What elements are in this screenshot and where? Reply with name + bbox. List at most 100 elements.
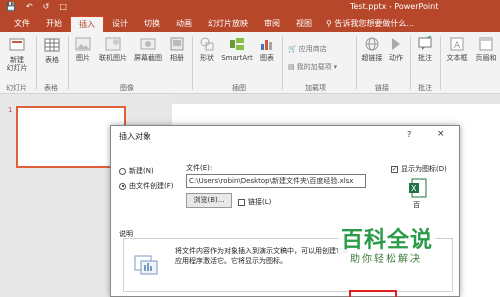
new-slide-label: 新建 幻灯片 xyxy=(6,56,28,72)
quick-access-toolbar: 💾 ↶ ↺ □ xyxy=(6,2,67,11)
textbox-icon: A xyxy=(450,37,464,51)
icon-caption: 百 xyxy=(413,201,420,209)
store-icon: 🛒 xyxy=(288,45,297,53)
ribbon-separator xyxy=(282,36,283,90)
ribbon-separator xyxy=(68,36,69,90)
tab-review[interactable]: 审阅 xyxy=(256,16,288,32)
tab-file[interactable]: 文件 xyxy=(6,16,38,32)
close-button[interactable]: × xyxy=(437,129,445,139)
smartart-label: SmartArt xyxy=(221,54,253,62)
picture-icon xyxy=(75,37,91,51)
window-title: Test.pptx - PowerPoint xyxy=(350,2,439,11)
watermark-subtitle: 助你轻松解决 xyxy=(348,250,424,265)
group-label-tables: 表格 xyxy=(44,84,58,92)
chevron-down-icon: ▾ xyxy=(333,63,338,71)
ribbon-tabs: 文件 开始 插入 设计 切换 动画 幻灯片放映 审阅 视图 ⚲ 告诉我您想要做什… xyxy=(0,14,500,32)
browse-button[interactable]: 浏览(B)... xyxy=(186,193,232,208)
ribbon-separator xyxy=(410,36,411,90)
shapes-label: 形状 xyxy=(200,54,214,62)
group-label-links: 链接 xyxy=(375,84,389,92)
tab-design[interactable]: 设计 xyxy=(104,16,136,32)
radio-dot-selected xyxy=(119,182,126,190)
display-as-icon-label: 显示为图标(D) xyxy=(401,165,447,173)
link-checkbox[interactable]: 链接(L) xyxy=(238,197,271,207)
screenshot-icon xyxy=(140,38,156,50)
display-as-icon-checkbox[interactable]: ✓ 显示为图标(D) xyxy=(391,164,447,174)
ribbon-separator xyxy=(36,36,37,90)
shapes-button[interactable]: 形状 xyxy=(196,36,218,62)
chart-icon xyxy=(261,40,272,50)
picture-label: 图片 xyxy=(76,54,90,62)
tell-me-text: 告诉我您想要做什么... xyxy=(334,19,415,28)
store-label: 应用商店 xyxy=(298,45,327,53)
action-button[interactable]: 动作 xyxy=(386,36,406,62)
excel-file-icon: X xyxy=(409,178,427,198)
textbox-button[interactable]: A 文本框 xyxy=(444,36,470,62)
start-icon[interactable]: □ xyxy=(59,2,67,11)
ribbon: 新建 幻灯片 幻灯片 表格 表格 图片 联机图片 屏幕截图 相册 图像 形状 S… xyxy=(0,32,500,94)
action-label: 动作 xyxy=(389,54,403,62)
header-footer-label: 页眉和 xyxy=(475,54,497,62)
store-button[interactable]: 🛒 应用商店 xyxy=(288,44,327,54)
svg-text:X: X xyxy=(411,184,417,193)
group-label-addins: 加载项 xyxy=(305,84,326,92)
radio-create-new-label: 新建(N) xyxy=(129,167,154,175)
redo-icon[interactable]: ↺ xyxy=(43,2,50,11)
album-button[interactable]: 相册 xyxy=(166,36,188,62)
explanation-text: 将文件内容作为对象插入到演示文稿中，可以用创建它的应用程序激活它。它将显示为图标… xyxy=(175,247,350,265)
highlight-box xyxy=(349,290,397,297)
ribbon-separator xyxy=(192,36,193,90)
online-picture-button[interactable]: 联机图片 xyxy=(96,36,130,62)
online-picture-label: 联机图片 xyxy=(99,54,127,62)
new-slide-button[interactable]: 新建 幻灯片 xyxy=(4,36,30,72)
title-bar: 💾 ↶ ↺ □ Test.pptx - PowerPoint xyxy=(0,0,500,14)
my-addins-button[interactable]: ▤ 我的加载项 ▾ xyxy=(288,62,337,72)
smartart-icon xyxy=(230,38,244,50)
tab-insert[interactable]: 插入 xyxy=(70,16,104,32)
group-label-comments: 批注 xyxy=(418,84,432,92)
action-icon xyxy=(392,38,400,50)
online-picture-icon xyxy=(105,37,121,51)
link-checkbox-label: 链接(L) xyxy=(248,198,272,206)
textbox-label: 文本框 xyxy=(446,54,468,62)
tab-view[interactable]: 视图 xyxy=(288,16,320,32)
table-button[interactable]: 表格 xyxy=(40,36,64,64)
tell-me-box[interactable]: ⚲ 告诉我您想要做什么... xyxy=(320,16,414,32)
save-icon[interactable]: 💾 xyxy=(6,2,16,11)
shapes-icon xyxy=(200,37,214,51)
group-label-slides: 幻灯片 xyxy=(6,84,27,92)
album-icon xyxy=(170,37,184,51)
file-path-input[interactable]: C:\Users\robin\Desktop\新建文件夹\百度经验.xlsx xyxy=(186,174,366,188)
header-footer-button[interactable]: 页眉和 xyxy=(472,36,500,62)
insert-object-dialog: 插入对象 ? × 新建(N) 由文件创建(F) 文件(E): C:\Users\… xyxy=(110,125,460,297)
smartart-button[interactable]: SmartArt xyxy=(220,36,254,62)
tab-home[interactable]: 开始 xyxy=(38,16,70,32)
comment-label: 批注 xyxy=(418,54,432,62)
watermark: 百科全说 助你轻松解决 xyxy=(326,222,466,270)
slide-number: 1 xyxy=(8,106,13,114)
chart-button[interactable]: 图表 xyxy=(256,36,278,62)
screenshot-label: 屏幕截图 xyxy=(134,54,162,62)
hyperlink-icon xyxy=(365,37,379,51)
tab-transitions[interactable]: 切换 xyxy=(136,16,168,32)
new-slide-icon xyxy=(9,38,25,51)
screenshot-button[interactable]: 屏幕截图 xyxy=(132,36,164,62)
picture-button[interactable]: 图片 xyxy=(72,36,94,62)
comment-button[interactable]: 批注 xyxy=(414,36,436,62)
display-as-icon-box: ✓ xyxy=(391,165,398,173)
tab-slideshow[interactable]: 幻灯片放映 xyxy=(200,16,256,32)
radio-create-from-file[interactable]: 由文件创建(F) xyxy=(119,181,174,191)
help-button[interactable]: ? xyxy=(407,130,411,139)
tab-animations[interactable]: 动画 xyxy=(168,16,200,32)
chart-label: 图表 xyxy=(260,54,274,62)
hyperlink-button[interactable]: 超链接 xyxy=(360,36,384,62)
radio-dot xyxy=(119,167,126,175)
undo-icon[interactable]: ↶ xyxy=(26,2,33,11)
group-label-images: 图像 xyxy=(120,84,134,92)
object-result-icon xyxy=(134,255,158,275)
header-footer-icon xyxy=(479,37,493,51)
radio-create-new[interactable]: 新建(N) xyxy=(119,166,154,176)
ribbon-separator xyxy=(440,36,441,90)
svg-text:A: A xyxy=(454,41,461,51)
my-addins-label: 我的加载项 xyxy=(296,63,332,71)
